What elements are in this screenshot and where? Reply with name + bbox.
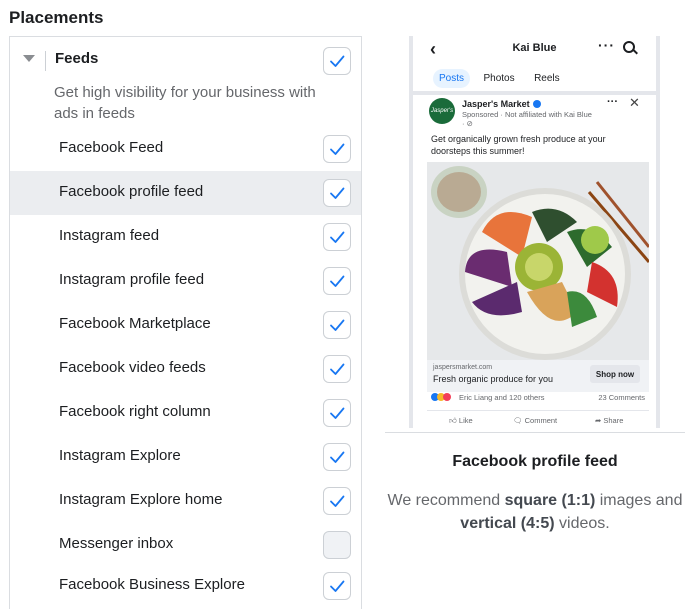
placement-row[interactable]: Facebook Marketplace [10, 303, 361, 347]
search-icon[interactable] [623, 41, 635, 53]
cta-headline: Fresh organic produce for you [433, 374, 554, 384]
placement-checkbox[interactable] [323, 399, 351, 427]
feeds-group-header[interactable]: Feeds [10, 37, 361, 83]
preview-divider [385, 432, 685, 433]
ad-preview-phone: ‹ Kai Blue ··· Posts Photos Reels Jasper… [409, 36, 660, 428]
ad-primary-text: Get organically grown fresh produce at y… [431, 134, 606, 156]
like-label: Like [458, 416, 473, 425]
placement-checkbox[interactable] [323, 179, 351, 207]
sponsored-label: Sponsored · Not affiliated with Kai Blue… [462, 110, 592, 128]
advertiser-logo: Jasper's [429, 98, 455, 124]
like-button[interactable]: 👍︎ Like [449, 416, 473, 426]
placement-checkbox[interactable] [323, 487, 351, 515]
advertiser-name[interactable]: Jasper's Market [462, 99, 530, 109]
placement-checkbox[interactable] [323, 572, 351, 600]
post-actions: 👍︎ Like 🗨︎ Comment ➦︎ Share [427, 410, 649, 428]
comment-label: Comment [524, 416, 558, 425]
rec-suffix: videos. [554, 515, 610, 532]
love-icon [443, 393, 451, 401]
placement-checkbox[interactable] [323, 223, 351, 251]
tab-reels[interactable]: Reels [528, 69, 566, 88]
placement-row[interactable]: Facebook profile feed [10, 171, 361, 215]
ad-header: Jasper's Jasper's Market Sponsored · Not… [429, 95, 649, 132]
check-icon [330, 363, 345, 375]
placement-checkbox[interactable] [323, 443, 351, 471]
placement-label: Facebook right column [59, 403, 211, 420]
preview-placement-title: Facebook profile feed [452, 453, 618, 470]
placement-label: Facebook Marketplace [59, 315, 211, 332]
produce-bowl-image [427, 162, 649, 360]
rec-prefix: We recommend [387, 492, 505, 509]
profile-tabs: Posts Photos Reels [433, 68, 569, 88]
placement-row[interactable]: Instagram Explore [10, 435, 361, 479]
placement-row[interactable]: Facebook Business Explore [10, 564, 361, 608]
check-icon [330, 451, 345, 463]
cta-url: jaspersmarket.com [433, 364, 493, 371]
check-icon [330, 407, 345, 419]
check-icon [330, 495, 345, 507]
feeds-group-checkbox[interactable] [323, 47, 351, 75]
placement-checkbox[interactable] [323, 135, 351, 163]
placement-label: Facebook Feed [59, 139, 164, 156]
check-icon [330, 55, 345, 67]
placement-label: Instagram feed [59, 227, 160, 244]
shop-now-button[interactable]: Shop now [590, 365, 640, 383]
placement-label: Facebook video feeds [59, 359, 206, 376]
close-icon[interactable]: ✕ [629, 95, 640, 111]
placement-row[interactable]: Instagram Explore home [10, 479, 361, 523]
placement-label: Instagram Explore [59, 447, 181, 464]
placement-row[interactable]: Messenger inbox [10, 523, 361, 567]
placement-checkbox[interactable] [323, 531, 351, 559]
preview-recommendation: We recommend square (1:1) images and ver… [385, 489, 685, 535]
rec-middle: images and [595, 492, 683, 509]
placement-checkbox[interactable] [323, 311, 351, 339]
placement-row[interactable]: Instagram profile feed [10, 259, 361, 303]
placement-checkbox[interactable] [323, 267, 351, 295]
tab-posts[interactable]: Posts [433, 69, 471, 88]
placements-panel: Feeds Get high visibility for your busin… [9, 36, 362, 609]
more-icon[interactable]: ··· [598, 37, 615, 53]
placement-label: Facebook profile feed [59, 183, 204, 200]
placement-checkbox[interactable] [323, 355, 351, 383]
ad-image [427, 162, 649, 360]
check-icon [330, 275, 345, 287]
cta-bar: jaspersmarket.com Fresh organic produce … [427, 360, 649, 392]
profile-header: ‹ Kai Blue ··· [413, 36, 656, 62]
placement-label: Instagram profile feed [59, 271, 205, 288]
placement-label: Facebook Business Explore [59, 576, 245, 593]
comments-count[interactable]: 23 Comments [598, 393, 645, 402]
reactions-row: Eric Liang and 120 others 23 Comments [431, 393, 647, 405]
placement-label: Instagram Explore home [59, 491, 223, 508]
group-description: Get high visibility for your business wi… [54, 84, 316, 122]
placement-row[interactable]: Facebook right column [10, 391, 361, 435]
placement-label: Messenger inbox [59, 535, 174, 552]
caret-down-icon[interactable] [23, 55, 35, 62]
verified-icon [533, 100, 541, 108]
check-icon [330, 580, 345, 592]
reactions-text: Eric Liang and 120 others [459, 393, 545, 402]
share-label: Share [603, 416, 624, 425]
rec-vertical: vertical (4:5) [460, 515, 555, 532]
divider [413, 91, 656, 95]
check-icon [330, 187, 345, 199]
more-icon[interactable]: ··· [607, 96, 618, 108]
rec-square: square (1:1) [504, 492, 596, 509]
check-icon [330, 319, 345, 331]
placement-row[interactable]: Instagram feed [10, 215, 361, 259]
group-title: Feeds [55, 50, 99, 67]
placement-row[interactable]: Facebook video feeds [10, 347, 361, 391]
profile-name: Kai Blue [512, 42, 557, 54]
reaction-icons [431, 393, 451, 403]
placement-row[interactable]: Facebook Feed [10, 127, 361, 171]
tab-photos[interactable]: Photos [477, 69, 520, 88]
check-icon [330, 143, 345, 155]
share-button[interactable]: ➦︎ Share [595, 416, 623, 425]
divider [45, 51, 46, 71]
section-title: Placements [9, 8, 104, 27]
comment-button[interactable]: 🗨︎ Comment [513, 416, 557, 425]
check-icon [330, 231, 345, 243]
